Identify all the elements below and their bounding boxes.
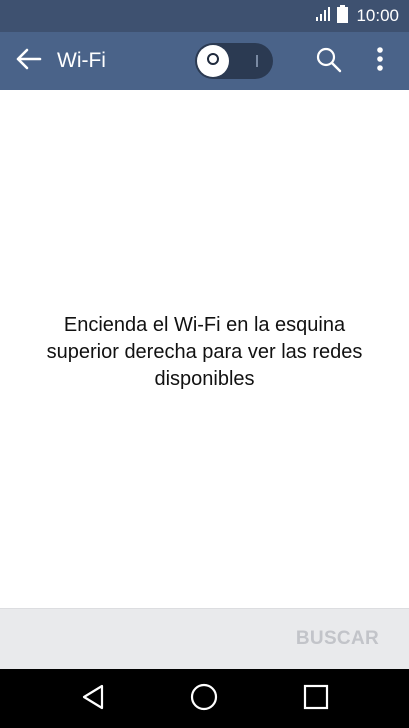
nav-back-button[interactable]: [75, 681, 111, 717]
system-nav-bar: [0, 669, 409, 728]
back-arrow-icon: [14, 47, 42, 76]
page-title: Wi-Fi: [57, 49, 106, 72]
more-vert-icon: [376, 46, 384, 77]
wifi-settings-screen: 10:00 Wi-Fi Encienda el Wi-Fi en la esqu…: [0, 0, 409, 728]
bottom-action-bar: BUSCAR: [0, 608, 409, 669]
more-options-button[interactable]: [366, 44, 394, 78]
toggle-off-icon: [206, 52, 220, 71]
search-icon: [315, 46, 343, 79]
app-bar: Wi-Fi: [0, 32, 409, 90]
network-list-area: Encienda el Wi-Fi en la esquina superior…: [0, 90, 409, 608]
back-triangle-icon: [80, 683, 106, 716]
scan-button[interactable]: BUSCAR: [296, 609, 379, 669]
battery-icon: [337, 4, 349, 28]
toggle-thumb: [197, 45, 229, 77]
home-circle-icon: [189, 682, 219, 717]
back-button[interactable]: [12, 46, 44, 76]
search-button[interactable]: [312, 46, 346, 78]
toggle-on-mark-icon: [256, 55, 258, 67]
empty-state-message: Encienda el Wi-Fi en la esquina superior…: [46, 314, 363, 390]
signal-icon: [315, 6, 331, 27]
wifi-toggle[interactable]: [195, 43, 273, 79]
nav-home-button[interactable]: [186, 681, 222, 717]
status-time: 10:00: [356, 6, 399, 25]
recents-square-icon: [302, 683, 330, 716]
status-bar: 10:00: [0, 0, 409, 32]
status-bar-right: 10:00: [315, 0, 399, 32]
nav-recents-button[interactable]: [298, 681, 334, 717]
